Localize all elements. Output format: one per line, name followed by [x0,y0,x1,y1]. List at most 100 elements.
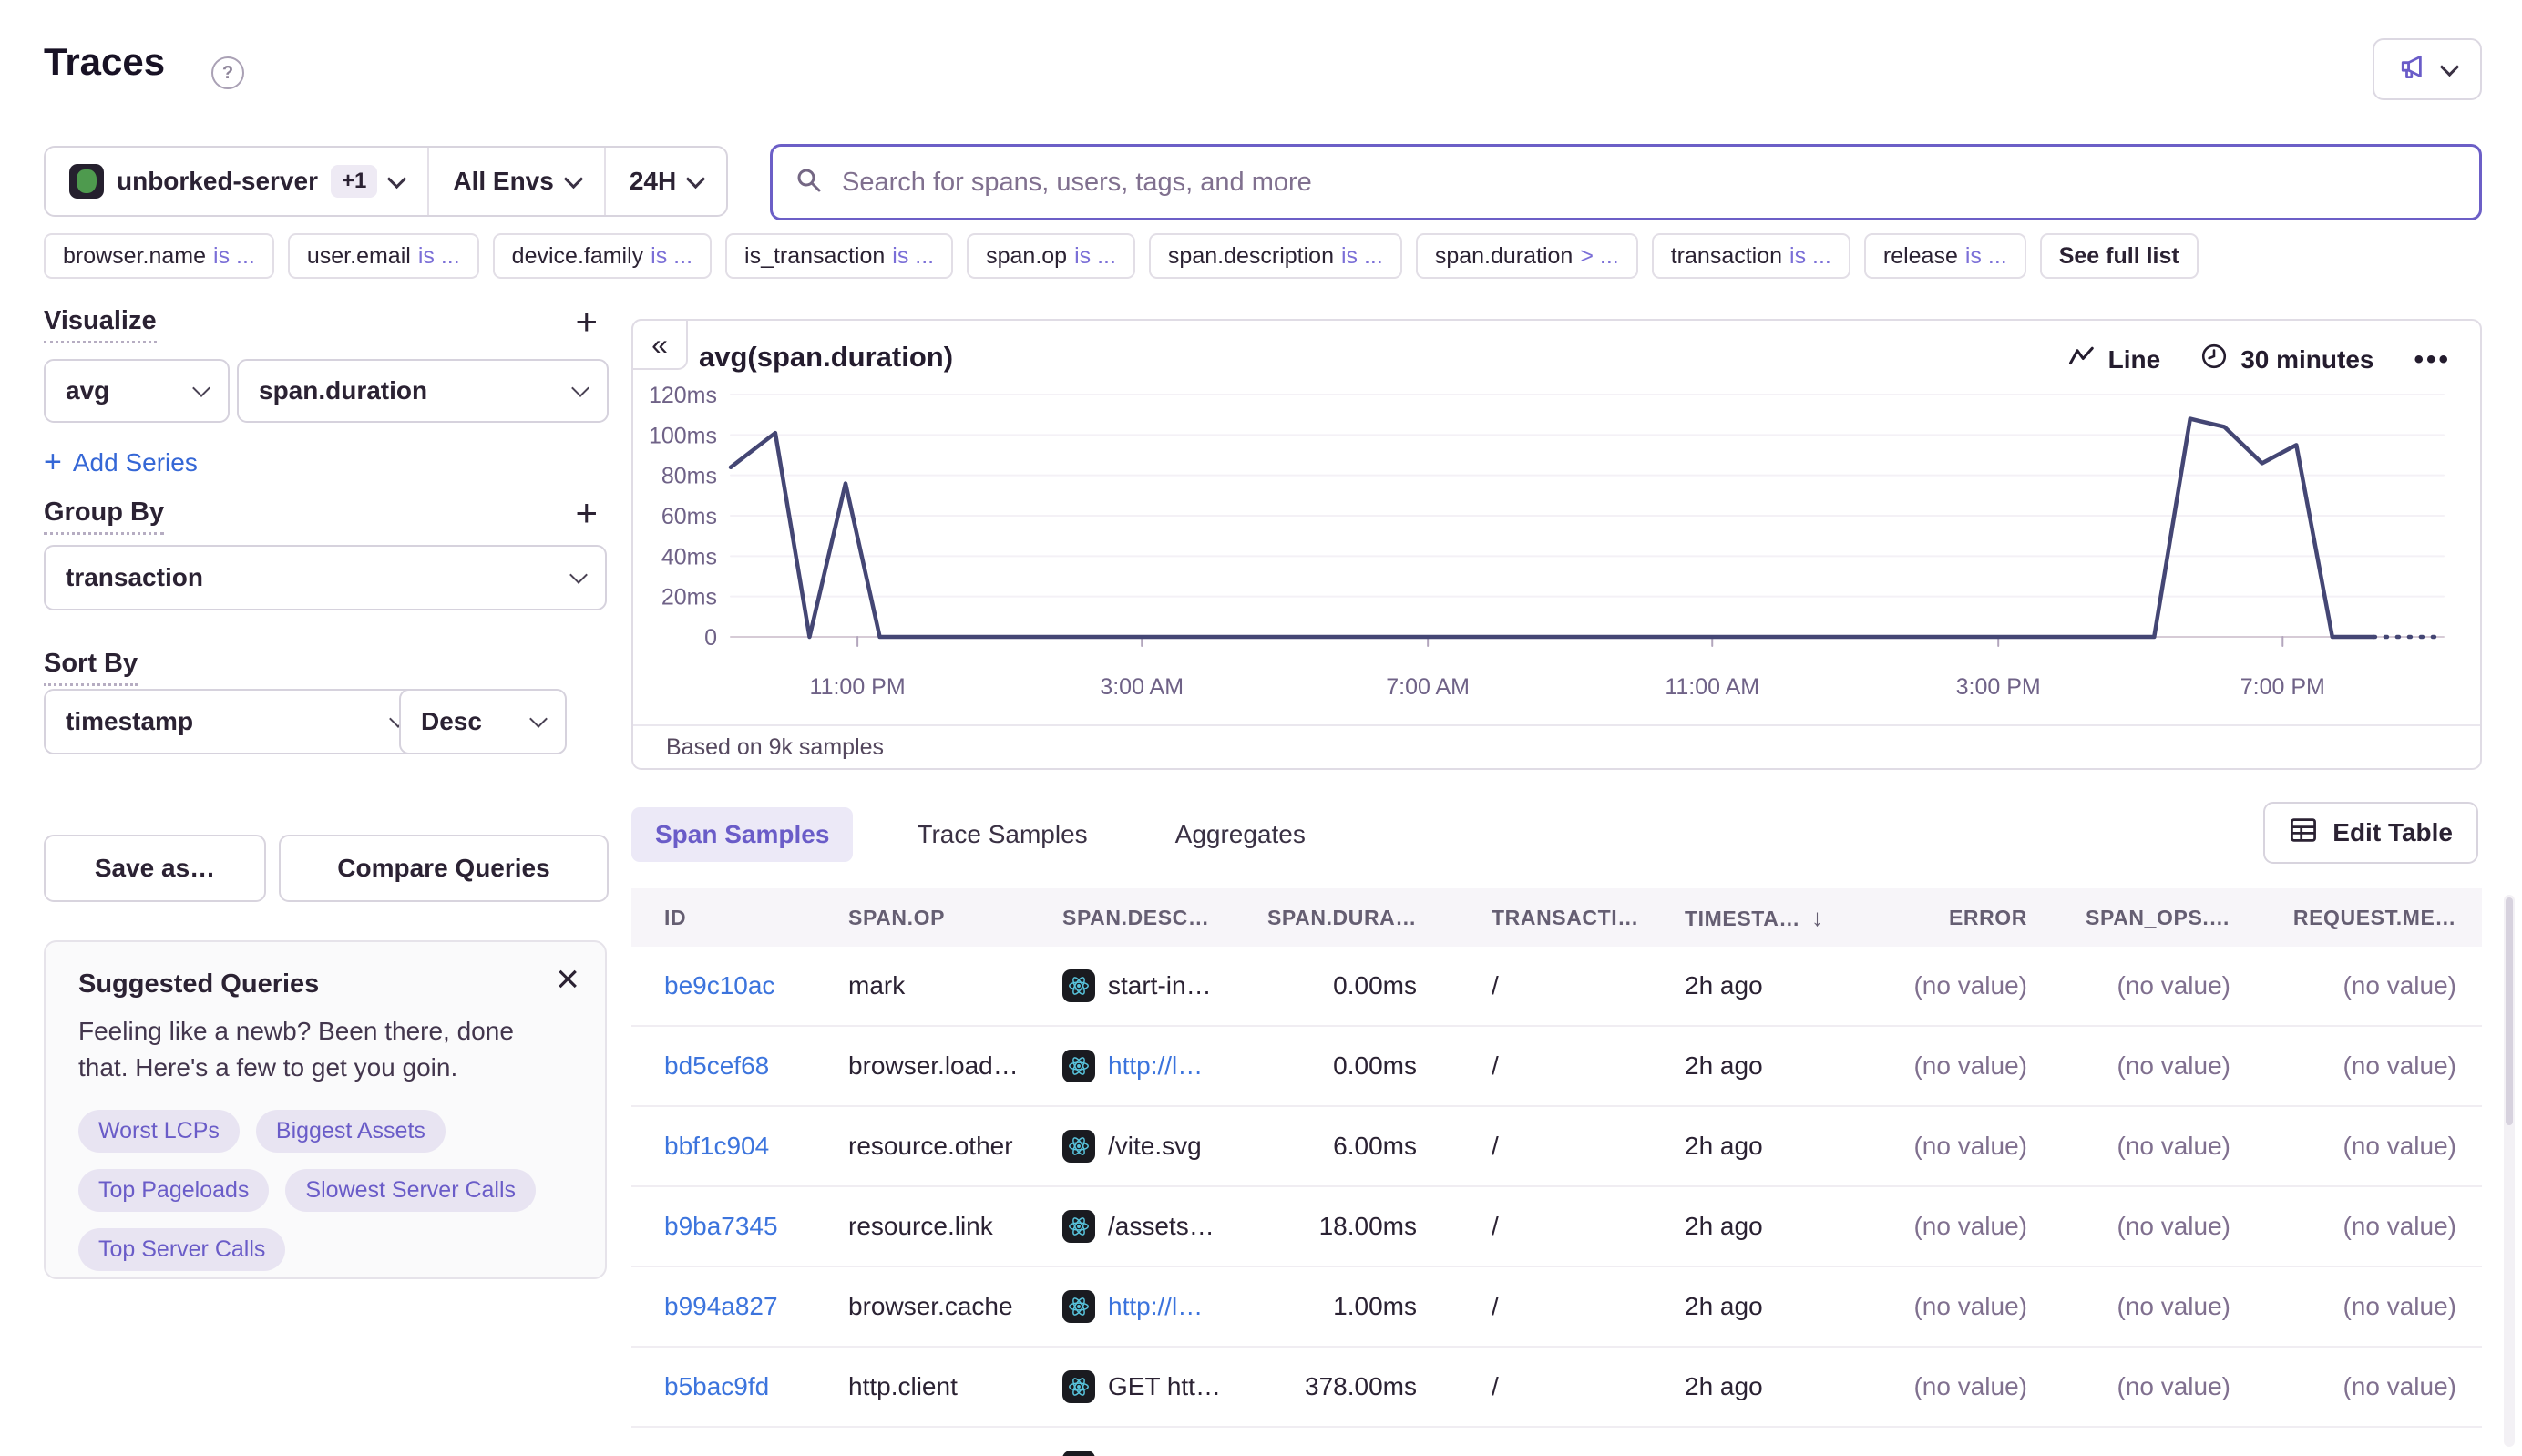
aggregate-select[interactable]: avg [44,359,230,423]
feedback-button[interactable] [2373,38,2482,100]
request-method-cell: (no value) [2241,1452,2482,1456]
timestamp-value[interactable]: 2h ago [1685,1212,1763,1241]
suggested-query-pill[interactable]: Top Pageloads [78,1169,269,1212]
timestamp-value[interactable]: 2h ago [1685,1452,1763,1456]
span-description-link[interactable]: http://l… [1108,1051,1203,1081]
table-row: b41bfb26resource.ifra…https://…276.00ms/… [631,1428,2482,1456]
span-samples-table: IDSPAN.OPSPAN.DESC…SPAN.DURA…TRANSACTI…T… [631,888,2482,1456]
column-header[interactable]: SPAN.OP [815,906,1030,930]
span-description-link[interactable]: https://… [1108,1452,1210,1456]
column-header[interactable]: SPAN.DURA… [1248,906,1426,930]
table-icon [2289,816,2318,850]
project-selector[interactable]: unborked-server +1 [46,148,427,215]
chevron-down-icon [387,169,406,188]
add-visualize-button[interactable]: + [575,302,598,341]
plus-icon: + [44,445,62,480]
add-series-button[interactable]: + Add Series [44,445,198,480]
column-header[interactable]: SPAN_OPS.… [2036,906,2241,930]
span-id-link[interactable]: b994a827 [664,1292,778,1320]
filter-chip[interactable]: device.familyis ... [493,233,712,279]
column-header[interactable]: TIMESTA…↓ [1645,904,1859,932]
span-description-text: /assets… [1108,1212,1215,1241]
column-header[interactable]: ERROR [1859,906,2036,930]
see-full-list-button[interactable]: See full list [2040,233,2199,279]
field-select[interactable]: span.duration [237,359,609,423]
table-row: b994a827browser.cachehttp://l…1.00ms/2h … [631,1267,2482,1348]
time-range-selector[interactable]: 24H [606,148,726,215]
span-op-cell: resource.link [815,1212,1030,1241]
span-duration-cell: 378.00ms [1248,1372,1426,1401]
interval-control[interactable]: 30 minutes [2200,343,2373,376]
timestamp-value[interactable]: 2h ago [1685,1051,1763,1081]
tab-trace-samples[interactable]: Trace Samples [893,807,1111,862]
chart-menu-button[interactable]: ••• [2414,344,2451,375]
edit-table-button[interactable]: Edit Table [2263,802,2478,864]
column-header[interactable]: REQUEST.ME… [2241,906,2482,930]
filter-chip[interactable]: span.duration> ... [1416,233,1638,279]
span-id-link[interactable]: be9c10ac [664,971,774,1000]
sort-field-select[interactable]: timestamp [44,689,426,754]
filter-chip[interactable]: user.emailis ... [288,233,479,279]
suggested-query-pill[interactable]: Worst LCPs [78,1110,240,1153]
span-id-link[interactable]: b9ba7345 [664,1212,778,1240]
span-id-link[interactable]: bd5cef68 [664,1051,769,1080]
span-id-link[interactable]: bbf1c904 [664,1132,769,1160]
timestamp-value[interactable]: 2h ago [1685,1132,1763,1161]
table-scrollbar[interactable] [2504,895,2515,1447]
traces-page: Traces ? unborked-server +1 All Envs 24H [0,0,2522,1456]
page-filter-bar: unborked-server +1 All Envs 24H [44,146,728,217]
compare-queries-button[interactable]: Compare Queries [279,835,609,902]
save-as-button[interactable]: Save as… [44,835,266,902]
column-header[interactable]: ID [631,906,815,930]
span-id-link[interactable]: b5bac9fd [664,1372,769,1400]
scrollbar-thumb[interactable] [2506,897,2513,1125]
filter-chip-key: device.family [512,243,644,270]
span-ops-cell: (no value) [2036,1292,2241,1321]
chevron-down-icon [564,169,583,188]
help-icon[interactable]: ? [211,56,244,89]
visualize-section-header: Visualize + [44,306,607,343]
transaction-cell: / [1426,1452,1645,1456]
span-op-cell: browser.load… [815,1051,1030,1081]
span-id-link[interactable]: b41bfb26 [664,1452,771,1456]
collapse-sidebar-button[interactable]: « [631,319,688,370]
column-header-label: ERROR [1949,906,2027,929]
timestamp-value[interactable]: 2h ago [1685,971,1763,1000]
filter-chip[interactable]: transactionis ... [1652,233,1850,279]
span-description-text: /vite.svg [1108,1132,1202,1161]
filter-chip[interactable]: releaseis ... [1864,233,2026,279]
group-by-select[interactable]: transaction [44,545,607,610]
filter-chip[interactable]: span.opis ... [967,233,1135,279]
span-description-link[interactable]: http://l… [1108,1292,1203,1321]
column-header[interactable]: TRANSACTI… [1426,906,1645,930]
suggested-query-pill[interactable]: Biggest Assets [256,1110,446,1153]
timestamp-value[interactable]: 2h ago [1685,1292,1763,1321]
filter-chip[interactable]: is_transactionis ... [725,233,953,279]
filter-chip-op: is ... [418,243,460,270]
filter-chip[interactable]: browser.nameis ... [44,233,274,279]
react-icon [1062,969,1095,1002]
sort-direction-select[interactable]: Desc [399,689,567,754]
chart-type-control[interactable]: Line [2068,344,2161,374]
filter-chip-key: span.duration [1435,243,1574,270]
add-group-by-button[interactable]: + [575,494,598,532]
column-header[interactable]: SPAN.DESC… [1030,906,1248,930]
close-icon[interactable]: × [556,957,579,1002]
timestamp-value[interactable]: 2h ago [1685,1372,1763,1401]
search-bar[interactable] [770,144,2482,220]
suggested-query-pill[interactable]: Top Server Calls [78,1228,285,1271]
svg-text:20ms: 20ms [661,585,717,610]
duration-chart[interactable]: 120ms100ms80ms60ms40ms20ms011:00 PM3:00 … [633,385,2480,713]
filter-chip[interactable]: span.descriptionis ... [1149,233,1402,279]
react-icon [1062,1290,1095,1323]
chevron-down-icon [529,710,548,728]
suggested-query-pill[interactable]: Slowest Server Calls [285,1169,536,1212]
tab-span-samples[interactable]: Span Samples [631,807,853,862]
span-ops-cell: (no value) [2036,1372,2241,1401]
environment-selector[interactable]: All Envs [429,148,603,215]
error-cell: (no value) [1859,1051,2036,1081]
react-icon [1062,1130,1095,1163]
timestamp-cell: 2h ago [1645,1132,1859,1161]
tab-aggregates[interactable]: Aggregates [1152,807,1329,862]
search-input[interactable] [840,167,2457,199]
